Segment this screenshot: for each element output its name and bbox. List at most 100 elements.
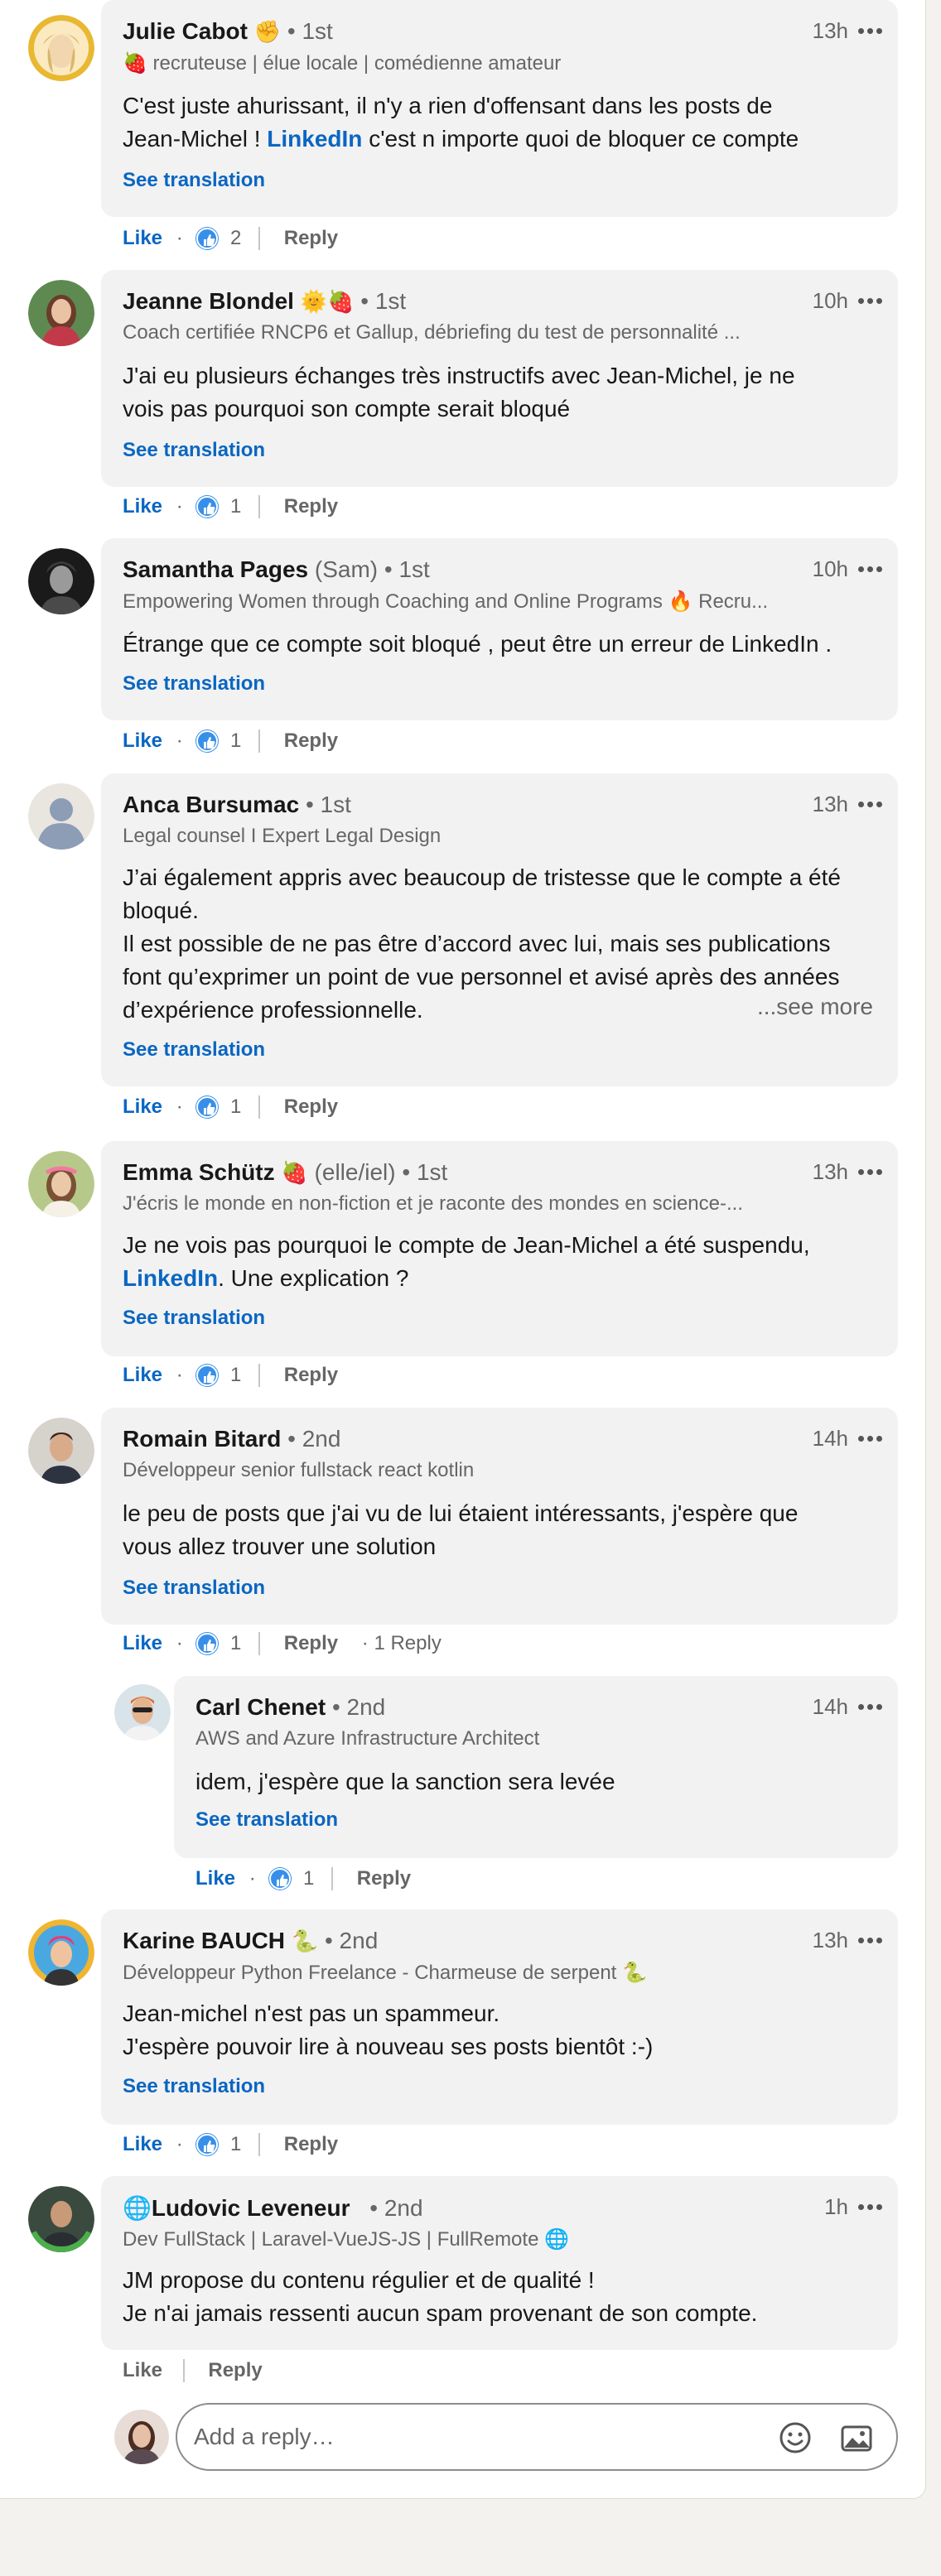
more-options-icon[interactable] bbox=[858, 2204, 883, 2211]
author-name[interactable]: Karine BAUCH bbox=[123, 1928, 285, 1953]
reaction-count[interactable]: 1 bbox=[230, 1095, 241, 1119]
like-reaction-icon[interactable] bbox=[196, 1364, 219, 1386]
comment-text: le peu de posts que j'ai vu de lui étaie… bbox=[123, 1497, 873, 1563]
comment-bubble: Julie Cabot ✊ • 1st 13h 🍓 recruteuse | é… bbox=[101, 0, 898, 217]
comment-bubble: Karine BAUCH 🐍 • 2nd 13h Développeur Pyt… bbox=[101, 1909, 898, 2125]
see-more-link[interactable]: ...see more bbox=[757, 994, 873, 1020]
reaction-count[interactable]: 1 bbox=[230, 2133, 241, 2156]
view-replies-link[interactable]: · 1 Reply bbox=[362, 1632, 442, 1655]
like-reaction-icon[interactable] bbox=[196, 2133, 219, 2155]
reaction-count[interactable]: 1 bbox=[303, 1867, 314, 1890]
reaction-count[interactable]: 1 bbox=[230, 495, 241, 518]
avatar[interactable] bbox=[28, 1418, 94, 1484]
avatar[interactable] bbox=[28, 2186, 94, 2252]
author-name[interactable]: Samantha Pages bbox=[123, 556, 308, 582]
reaction-count[interactable]: 1 bbox=[230, 729, 241, 753]
more-options-icon[interactable] bbox=[858, 1938, 883, 1944]
like-button[interactable]: Like bbox=[123, 495, 162, 518]
emoji-smile-icon[interactable] bbox=[779, 2421, 812, 2454]
timestamp: 14h bbox=[812, 1694, 848, 1719]
reply-button[interactable]: Reply bbox=[208, 2359, 262, 2382]
mention-link[interactable]: LinkedIn bbox=[267, 126, 362, 152]
author-name[interactable]: Carl Chenet bbox=[195, 1694, 326, 1720]
avatar[interactable] bbox=[114, 1684, 171, 1741]
comment-header: Carl Chenet • 2nd bbox=[195, 1694, 385, 1721]
image-icon[interactable] bbox=[840, 2421, 873, 2454]
avatar[interactable] bbox=[28, 15, 94, 81]
more-options-icon[interactable] bbox=[858, 1169, 883, 1176]
reply-button[interactable]: Reply bbox=[284, 1632, 338, 1655]
see-translation-link[interactable]: See translation bbox=[123, 672, 265, 696]
avatar[interactable] bbox=[28, 548, 94, 614]
like-button[interactable]: Like bbox=[123, 1095, 162, 1119]
like-button[interactable]: Like bbox=[123, 1364, 162, 1387]
more-options-icon[interactable] bbox=[858, 298, 883, 305]
more-options-icon[interactable] bbox=[858, 566, 883, 573]
reaction-count[interactable]: 2 bbox=[230, 227, 241, 250]
avatar[interactable] bbox=[28, 280, 94, 346]
reply-button[interactable]: Reply bbox=[284, 1364, 338, 1387]
author-name[interactable]: Emma Schütz bbox=[123, 1159, 275, 1185]
more-options-icon[interactable] bbox=[858, 1436, 883, 1442]
like-button[interactable]: Like bbox=[123, 2359, 162, 2382]
author-pronouns: (Sam) bbox=[314, 556, 379, 582]
like-reaction-icon[interactable] bbox=[196, 227, 219, 249]
avatar[interactable] bbox=[28, 783, 94, 850]
reply-input[interactable] bbox=[194, 2405, 757, 2469]
author-name[interactable]: Jeanne Blondel bbox=[123, 288, 294, 314]
comment-header: Romain Bitard • 2nd bbox=[123, 1426, 340, 1452]
author-name[interactable]: 🌐Ludovic Leveneur bbox=[123, 2195, 350, 2221]
reply-button[interactable]: Reply bbox=[284, 495, 338, 518]
text-line: Il est possible de ne pas être d’accord … bbox=[123, 931, 831, 956]
like-button[interactable]: Like bbox=[123, 729, 162, 753]
text-line: vois pas pourquoi son compte serait bloq… bbox=[123, 396, 571, 421]
reply-button[interactable]: Reply bbox=[284, 227, 338, 250]
more-options-icon[interactable] bbox=[858, 28, 883, 35]
like-button[interactable]: Like bbox=[123, 227, 162, 250]
see-translation-link[interactable]: See translation bbox=[123, 169, 265, 192]
reply-button[interactable]: Reply bbox=[284, 2133, 338, 2156]
see-translation-link[interactable]: See translation bbox=[123, 439, 265, 462]
like-button[interactable]: Like bbox=[123, 2133, 162, 2156]
like-button[interactable]: Like bbox=[123, 1632, 162, 1655]
text-line: bloqué. bbox=[123, 898, 199, 923]
connection-degree: • 1st bbox=[402, 1159, 448, 1185]
author-name[interactable]: Romain Bitard bbox=[123, 1426, 281, 1452]
see-translation-link[interactable]: See translation bbox=[123, 1577, 265, 1600]
reaction-count[interactable]: 1 bbox=[230, 1632, 241, 1655]
comment-bubble: Romain Bitard • 2nd 14h Développeur seni… bbox=[101, 1408, 898, 1625]
comment-bubble: Jeanne Blondel 🌞🍓 • 1st 10h Coach certif… bbox=[101, 270, 898, 487]
like-reaction-icon[interactable] bbox=[196, 1632, 219, 1654]
author-name[interactable]: Anca Bursumac bbox=[123, 792, 299, 817]
see-translation-link[interactable]: See translation bbox=[195, 1808, 338, 1832]
comment-header: Karine BAUCH 🐍 • 2nd bbox=[123, 1928, 378, 1954]
like-reaction-icon[interactable] bbox=[196, 495, 219, 518]
like-reaction-icon[interactable] bbox=[196, 1095, 219, 1118]
see-translation-link[interactable]: See translation bbox=[123, 1038, 265, 1062]
reply-button[interactable]: Reply bbox=[284, 1095, 338, 1119]
author-headline: J'écris le monde en non-fiction et je ra… bbox=[123, 1192, 743, 1215]
author-name[interactable]: Julie Cabot bbox=[123, 18, 248, 44]
text-line: J'ai eu plusieurs échanges très instruct… bbox=[123, 363, 795, 388]
more-options-icon[interactable] bbox=[858, 1704, 883, 1711]
see-translation-link[interactable]: See translation bbox=[123, 2075, 265, 2098]
timestamp: 13h bbox=[812, 1159, 848, 1184]
more-options-icon[interactable] bbox=[858, 802, 883, 808]
author-emoji: 🍓 bbox=[281, 1160, 308, 1185]
mention-link[interactable]: LinkedIn bbox=[123, 1265, 218, 1291]
like-button[interactable]: Like bbox=[195, 1867, 235, 1890]
avatar[interactable] bbox=[28, 1151, 94, 1217]
reaction-count[interactable]: 1 bbox=[230, 1364, 241, 1387]
text-line: le peu de posts que j'ai vu de lui étaie… bbox=[123, 1500, 799, 1526]
comment-bubble: 🌐Ludovic Leveneur • 2nd 1h Dev FullStack… bbox=[101, 2176, 898, 2350]
comment-actions: Like · 1 Reply · 1 Reply bbox=[123, 1631, 442, 1655]
avatar[interactable] bbox=[28, 1919, 94, 1986]
comment-actions: Like · 2 Reply bbox=[123, 226, 339, 250]
like-reaction-icon[interactable] bbox=[269, 1867, 292, 1890]
connection-degree: • 1st bbox=[287, 18, 333, 44]
reply-button[interactable]: Reply bbox=[284, 729, 338, 753]
see-translation-link[interactable]: See translation bbox=[123, 1307, 265, 1330]
like-reaction-icon[interactable] bbox=[196, 729, 219, 752]
reply-button[interactable]: Reply bbox=[357, 1867, 411, 1890]
current-user-avatar bbox=[114, 2410, 169, 2464]
